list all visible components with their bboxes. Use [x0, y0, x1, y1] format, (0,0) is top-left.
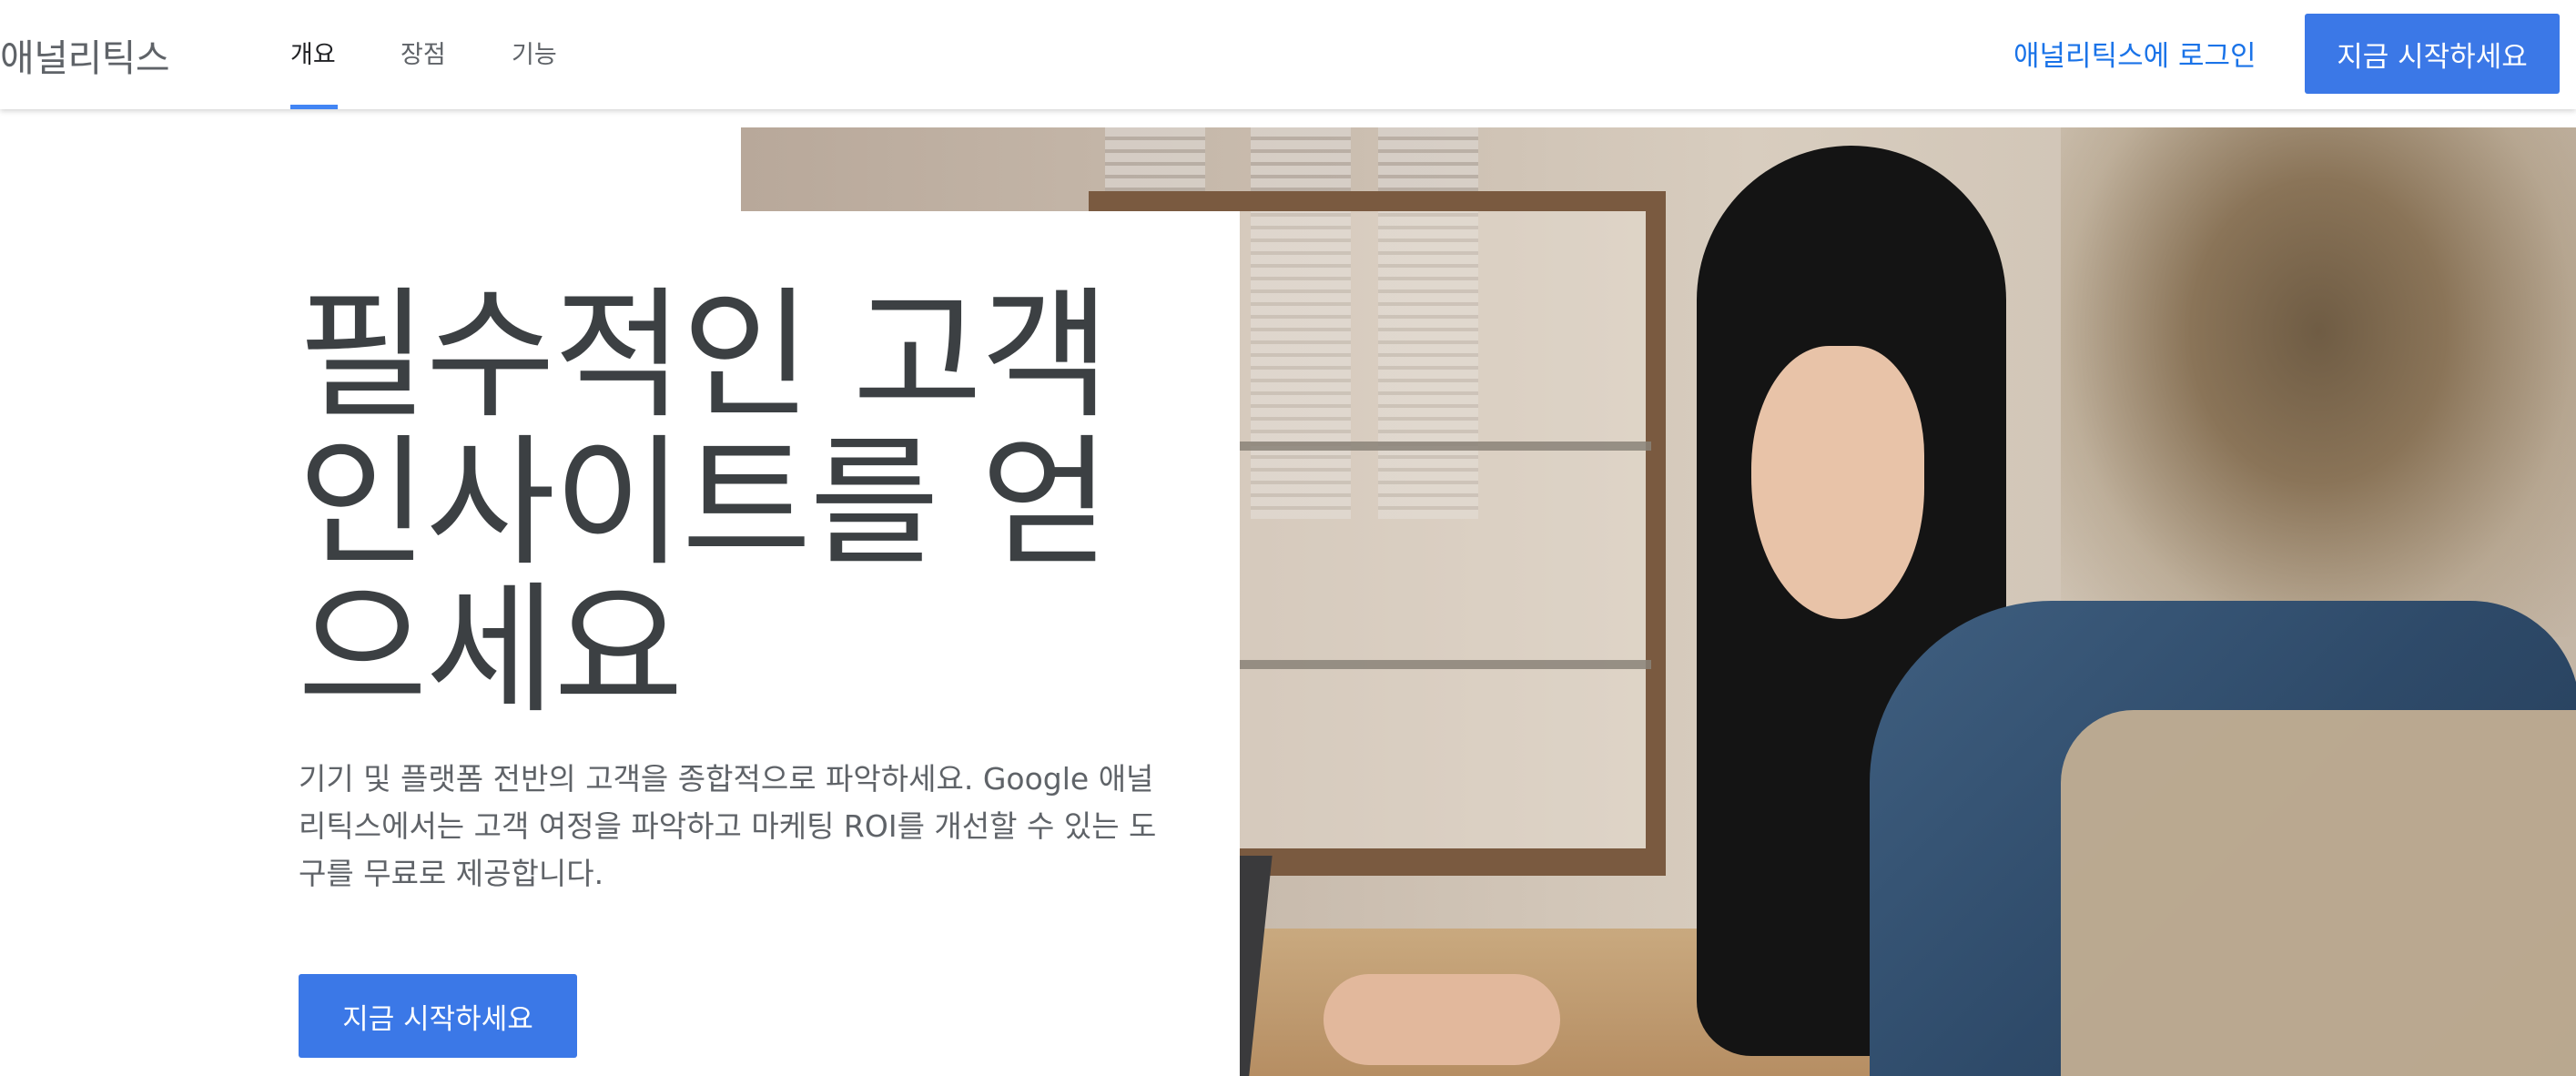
photo-dried-plants — [2061, 127, 2576, 637]
active-tab-indicator — [290, 105, 338, 109]
login-link[interactable]: 애널리틱스에 로그인 — [2013, 33, 2257, 74]
tab-features[interactable]: 기능 — [512, 35, 557, 70]
hero-title: 필수적인 고객 인사이트를 얻으세요 — [298, 273, 1111, 733]
brand-logo[interactable]: 애널리틱스 — [0, 27, 170, 82]
hero-description: 기기 및 플랫폼 전반의 고객을 종합적으로 파악하세요. Google 애널리… — [299, 761, 1157, 891]
header-get-started-button[interactable]: 지금 시작하세요 — [2305, 14, 2560, 94]
tab-benefits[interactable]: 장점 — [401, 35, 446, 70]
photo-person-apron — [2061, 710, 2576, 1076]
tab-overview[interactable]: 개요 — [290, 35, 336, 70]
photo-person-face — [1751, 346, 1924, 619]
hero-get-started-button[interactable]: 지금 시작하세요 — [299, 974, 577, 1058]
photo-person-hands — [1323, 974, 1560, 1065]
top-header: 애널리틱스 개요 장점 기능 애널리틱스에 로그인 지금 시작하세요 — [0, 0, 2576, 109]
